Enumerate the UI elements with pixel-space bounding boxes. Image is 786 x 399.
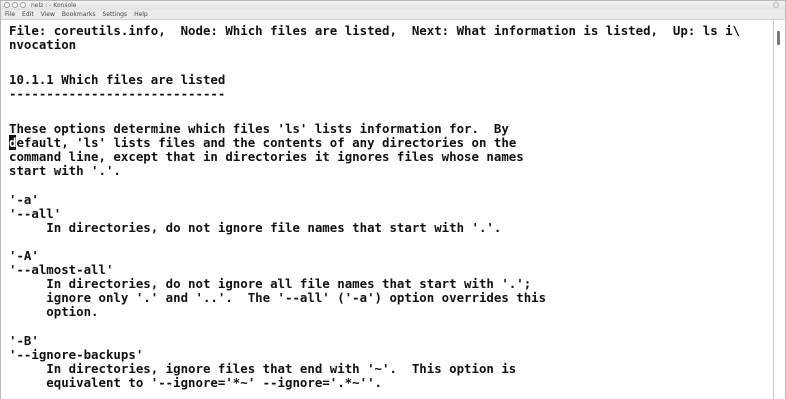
- scrollbar-thumb[interactable]: [777, 31, 780, 45]
- title-bar[interactable]: nelz : - Konsole: [1, 1, 785, 10]
- close-window-button[interactable]: [4, 2, 10, 8]
- option-flag: '--all': [9, 206, 62, 221]
- window-controls: [4, 2, 26, 8]
- option-description: option.: [9, 304, 99, 319]
- terminal-line-text: efault, 'ls' lists files and the content…: [16, 135, 517, 150]
- section-heading: 10.1.1 Which files are listed: [9, 72, 226, 87]
- option-flag: '-a': [9, 192, 39, 207]
- section-underline: -----------------------------: [9, 86, 226, 101]
- terminal-line: default, 'ls' lists files and the conten…: [9, 135, 517, 150]
- info-header-line: File: coreutils.info, Node: Which files …: [9, 23, 741, 38]
- menu-view[interactable]: View: [41, 10, 55, 19]
- option-description: ignore only '.' and '..'. The '--all' ('…: [9, 290, 547, 305]
- menu-bookmarks[interactable]: Bookmarks: [62, 10, 96, 19]
- minimize-window-button[interactable]: [12, 2, 18, 8]
- option-flag: '--almost-all': [9, 262, 114, 277]
- menu-help[interactable]: Help: [134, 10, 148, 19]
- terminal-output[interactable]: File: coreutils.info, Node: Which files …: [1, 21, 773, 399]
- option-description: In directories, ignore files that end wi…: [9, 361, 517, 376]
- maximize-window-button[interactable]: [20, 2, 26, 8]
- menu-edit[interactable]: Edit: [22, 10, 34, 19]
- terminal-line: command line, except that in directories…: [9, 149, 524, 164]
- konsole-window: nelz : - Konsole File Edit View Bookmark…: [0, 0, 786, 399]
- terminal-line: start with '.'.: [9, 163, 121, 178]
- option-description: In directories, do not ignore all file n…: [9, 276, 532, 291]
- option-flag: '-A': [9, 248, 39, 263]
- info-header-line: nvocation: [9, 37, 77, 52]
- option-flag: '-B': [9, 333, 39, 348]
- menu-file[interactable]: File: [5, 10, 15, 19]
- vertical-scrollbar[interactable]: [773, 21, 785, 399]
- option-description: In directories, do not ignore file names…: [9, 220, 502, 235]
- option-description: equivalent to '--ignore='*~' --ignore='.…: [9, 375, 382, 390]
- menu-bar: File Edit View Bookmarks Settings Help: [1, 10, 785, 20]
- menu-settings[interactable]: Settings: [102, 10, 127, 19]
- window-menu-button[interactable]: [773, 2, 779, 8]
- terminal-line: These options determine which files 'ls'…: [9, 121, 509, 136]
- option-flag: '--ignore-backups': [9, 347, 144, 362]
- window-title: nelz : - Konsole: [31, 2, 77, 9]
